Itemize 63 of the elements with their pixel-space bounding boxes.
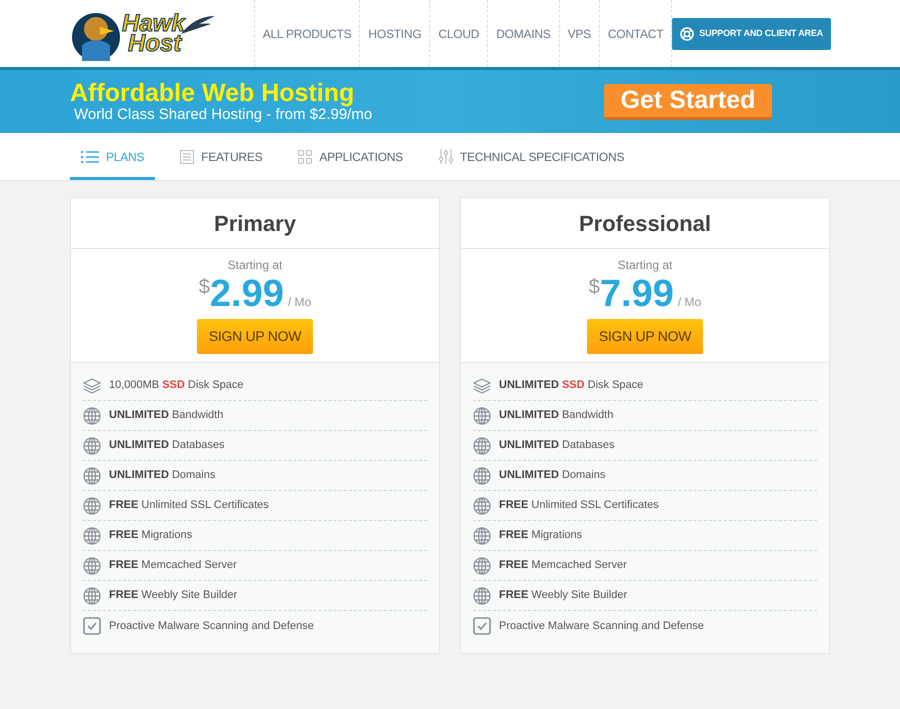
globe-icon xyxy=(83,436,101,454)
globe-icon xyxy=(83,586,101,604)
feature-text: UNLIMITED Databases xyxy=(109,438,225,454)
feature-text: FREE Memcached Server xyxy=(109,558,237,574)
plan-price: 2.99 xyxy=(210,273,284,315)
sign-up-button[interactable]: SIGN UP NOW xyxy=(197,319,313,354)
globe-icon xyxy=(83,406,101,424)
starting-label: Starting at xyxy=(228,259,282,271)
globe-icon xyxy=(473,586,491,604)
feature-text: FREE Unlimited SSL Certificates xyxy=(109,498,269,514)
currency-symbol: $ xyxy=(588,277,600,297)
globe-icon xyxy=(473,436,491,454)
get-started-button[interactable]: Get Started xyxy=(604,84,772,120)
tab[interactable]: TECHNICAL SPECIFICATIONS xyxy=(428,133,636,180)
feature-text: FREE Migrations xyxy=(499,528,582,544)
feature-text: UNLIMITED Bandwidth xyxy=(499,408,614,424)
feature-text: 10,000MB SSD Disk Space xyxy=(109,378,244,394)
plan-price: 7.99 xyxy=(600,273,674,315)
globe-icon xyxy=(473,556,491,574)
price-period: / Mo xyxy=(288,294,312,311)
tab[interactable]: PLANS xyxy=(70,133,156,180)
grid-icon xyxy=(298,150,312,164)
tab[interactable]: FEATURES xyxy=(169,133,274,180)
currency-symbol: $ xyxy=(198,277,210,297)
banner-subtitle: World Class Shared Hosting - from $2.99/mo xyxy=(74,106,372,124)
feature-text: UNLIMITED SSD Disk Space xyxy=(499,378,644,394)
layers-icon xyxy=(473,378,491,394)
starting-label: Starting at xyxy=(618,259,672,271)
feature-text: FREE Weebly Site Builder xyxy=(499,588,628,604)
layers-icon xyxy=(83,378,101,394)
feature-text: Proactive Malware Scanning and Defense xyxy=(109,618,314,634)
feature-text: FREE Migrations xyxy=(109,528,192,544)
plan-name: Primary xyxy=(214,210,296,238)
logo-text: Host xyxy=(128,34,182,54)
feature-text: UNLIMITED Databases xyxy=(499,438,615,454)
checkbox-icon xyxy=(473,617,491,635)
price-period: / Mo xyxy=(678,294,702,311)
globe-icon xyxy=(473,466,491,484)
globe-icon xyxy=(83,496,101,514)
globe-icon xyxy=(473,406,491,424)
list-icon xyxy=(81,150,99,164)
feature-text: FREE Unlimited SSL Certificates xyxy=(499,498,659,514)
feature-text: FREE Memcached Server xyxy=(499,558,627,574)
feature-text: Proactive Malware Scanning and Defense xyxy=(499,618,704,634)
feature-text: UNLIMITED Domains xyxy=(109,468,216,484)
lifebuoy-icon xyxy=(680,26,694,40)
globe-icon xyxy=(83,526,101,544)
globe-icon xyxy=(473,496,491,514)
globe-icon xyxy=(473,526,491,544)
sign-up-button[interactable]: SIGN UP NOW xyxy=(587,319,703,354)
sliders-icon xyxy=(438,149,453,164)
tab[interactable]: APPLICATIONS xyxy=(287,133,414,180)
globe-icon xyxy=(83,556,101,574)
globe-icon xyxy=(83,466,101,484)
form-icon xyxy=(180,150,194,164)
support-button[interactable]: SUPPORT AND CLIENT AREA xyxy=(672,18,831,50)
feature-text: UNLIMITED Bandwidth xyxy=(109,408,224,424)
banner-title: Affordable Web Hosting xyxy=(70,80,356,106)
feature-text: UNLIMITED Domains xyxy=(499,468,606,484)
logo-text: Hawk xyxy=(122,14,185,34)
checkbox-icon xyxy=(83,617,101,635)
feature-text: FREE Weebly Site Builder xyxy=(109,588,238,604)
plan-name: Professional xyxy=(578,210,712,238)
